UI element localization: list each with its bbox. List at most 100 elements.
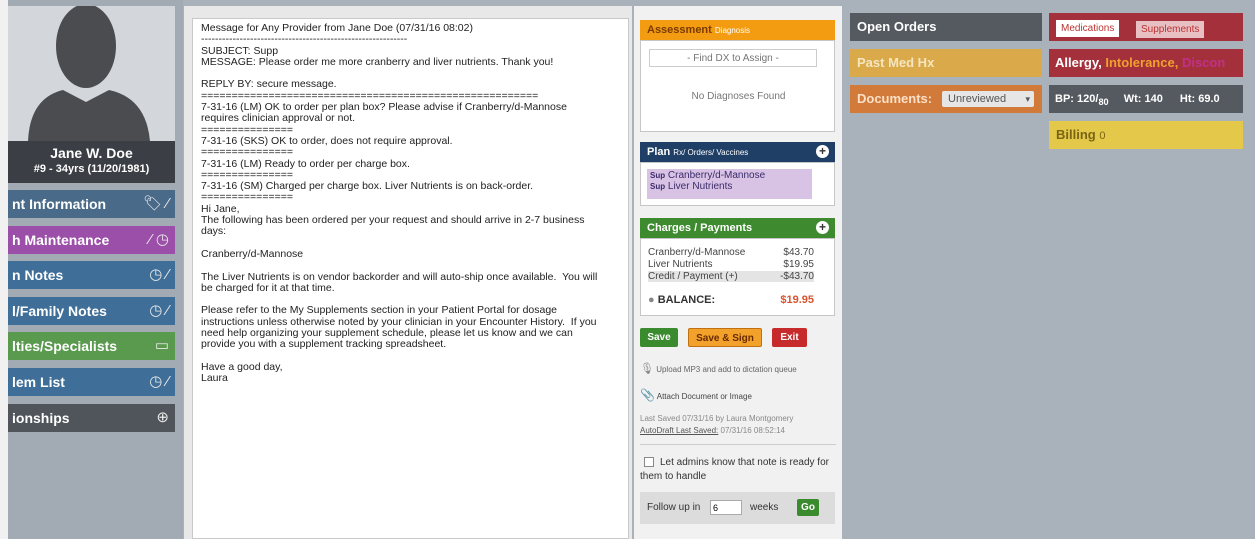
tag-edit-icon[interactable]: 🏷 ⁄: [143, 190, 169, 218]
plan-header: Plan Rx/ Orders/ Vaccines +: [640, 142, 835, 162]
documents-label: Documents:: [857, 91, 933, 106]
vitals-panel[interactable]: BP: 120/80 Wt: 140 Ht: 69.0: [1049, 85, 1243, 113]
plan-item[interactable]: Sup Cranberry/d-Mannose: [650, 170, 809, 181]
documents-filter-value: Unreviewed: [948, 93, 1007, 105]
charges-title: Charges / Payments: [647, 222, 753, 234]
admin-notify-label: Let admins know that note is ready for t…: [640, 457, 829, 482]
charge-amount: $19.95: [783, 259, 814, 270]
upload-mp3-link[interactable]: 🎙 Upload MP3 and add to dictation queue: [640, 362, 840, 375]
avatar-silhouette-icon: [8, 6, 175, 141]
patient-photo: [8, 6, 175, 141]
charge-label: Credit / Payment (+): [648, 271, 738, 282]
follow-up-row: Follow up in weeks Go: [640, 492, 835, 524]
attach-document-text: Attach Document or Image: [656, 392, 752, 401]
balance-label: BALANCE:: [657, 294, 716, 306]
charge-row: Liver Nutrients $19.95: [648, 259, 814, 270]
history-edit-icon[interactable]: ◷ ⁄: [149, 261, 169, 289]
plan-body: Sup Cranberry/d-Mannose Sup Liver Nutrie…: [640, 162, 835, 206]
nav-label: lem List: [12, 374, 65, 390]
assessment-title: Assessment: [647, 24, 712, 36]
balance-amount: $19.95: [780, 294, 814, 306]
save-and-sign-button[interactable]: Save & Sign: [688, 328, 762, 347]
medications-panel: Medications Supplements: [1049, 13, 1243, 41]
open-orders-panel[interactable]: Open Orders: [850, 13, 1042, 41]
no-diagnoses-text: No Diagnoses Found: [691, 91, 786, 102]
find-dx-input[interactable]: [649, 49, 817, 67]
balance-row: ● BALANCE: $19.95: [648, 294, 814, 306]
past-med-hx-panel[interactable]: Past Med Hx: [850, 49, 1042, 77]
admin-notify-row: Let admins know that note is ready for t…: [640, 456, 840, 484]
microphone-icon: 🎙: [640, 363, 654, 375]
bp-systolic: 120: [1077, 93, 1096, 105]
follow-up-label: Follow up in: [647, 502, 701, 513]
follow-up-weeks-select[interactable]: [710, 500, 742, 515]
plan-items: Sup Cranberry/d-Mannose Sup Liver Nutrie…: [647, 169, 812, 199]
documents-panel: Documents: Unreviewed ▾: [850, 85, 1042, 113]
plan-title: Plan: [647, 146, 671, 158]
nav-health-maintenance[interactable]: h Maintenance ⁄ ◷: [8, 226, 175, 254]
plan-item-label: Liver Nutrients: [667, 181, 733, 192]
patient-name-card: Jane W. Doe #9 - 34yrs (11/20/1981): [8, 141, 175, 183]
nav-patient-information[interactable]: nt Information 🏷 ⁄: [8, 190, 175, 218]
billing-panel[interactable]: Billing 0: [1049, 121, 1243, 149]
autodraft-row: AutoDraft Last Saved: 07/31/16 08:52:14: [640, 426, 840, 435]
edit-history-icon[interactable]: ⁄ ◷: [149, 226, 169, 254]
window-icon[interactable]: ▭: [155, 332, 169, 360]
assessment-header: Assessment Diagnosis: [640, 20, 835, 40]
nav-problem-list[interactable]: lem List ◷ ⁄: [8, 368, 175, 396]
follow-up-go-button[interactable]: Go: [797, 499, 819, 516]
admin-notify-checkbox[interactable]: [644, 457, 654, 467]
charge-label: Cranberry/d-Mannose: [648, 247, 746, 258]
tab-supplements[interactable]: Supplements: [1136, 21, 1205, 38]
nav-label: n Notes: [12, 267, 64, 283]
info-icon: ●: [648, 294, 655, 306]
history-edit-icon[interactable]: ◷ ⁄: [149, 368, 169, 396]
weight-value: 140: [1144, 93, 1163, 105]
follow-up-unit: weeks: [750, 502, 779, 513]
plan-item-tag: Sup: [650, 171, 666, 180]
save-button[interactable]: Save: [640, 328, 678, 347]
nav-relationships[interactable]: ionships ⊕: [8, 404, 175, 432]
documents-filter-select[interactable]: Unreviewed ▾: [942, 91, 1034, 107]
paperclip-icon: 📎: [640, 388, 655, 402]
note-textarea[interactable]: Message for Any Provider from Jane Doe (…: [192, 18, 629, 539]
last-saved-text: Last Saved 07/31/16 by Laura Montgomery: [640, 414, 794, 423]
plan-subtitle: Rx/ Orders/ Vaccines: [673, 148, 749, 157]
intolerance-label: Intolerance,: [1105, 55, 1179, 70]
charges-panel: Charges / Payments + Cranberry/d-Mannose…: [640, 218, 835, 316]
charge-row: Cranberry/d-Mannose $43.70: [648, 247, 814, 258]
bp-label: BP:: [1055, 93, 1074, 105]
nav-social-family-notes[interactable]: l/Family Notes ◷ ⁄: [8, 297, 175, 325]
assessment-body: No Diagnoses Found: [640, 40, 835, 132]
add-icon[interactable]: ⊕: [156, 404, 169, 432]
charges-header: Charges / Payments +: [640, 218, 835, 238]
patient-name: Jane W. Doe: [50, 145, 133, 161]
sidebar-edge: [0, 0, 8, 539]
upload-mp3-text: Upload MP3 and add to dictation queue: [656, 365, 797, 374]
divider: [640, 444, 836, 445]
plan-panel: Plan Rx/ Orders/ Vaccines + Sup Cranberr…: [640, 142, 835, 206]
plan-item[interactable]: Sup Liver Nutrients: [650, 181, 809, 192]
nav-notes[interactable]: n Notes ◷ ⁄: [8, 261, 175, 289]
billing-label: Billing: [1056, 127, 1096, 142]
plan-item-label: Cranberry/d-Mannose: [667, 170, 766, 181]
autodraft-link[interactable]: AutoDraft Last Saved:: [640, 426, 718, 435]
charge-row: Credit / Payment (+) -$43.70: [648, 271, 814, 282]
autodraft-time: 07/31/16 08:52:14: [720, 426, 786, 435]
nav-facilities-specialists[interactable]: lties/Specialists ▭: [8, 332, 175, 360]
patient-age: #9 - 34yrs (11/20/1981): [33, 163, 150, 175]
height-label: Ht:: [1179, 93, 1196, 105]
allergy-panel[interactable]: Allergy, Intolerance, Discon: [1049, 49, 1243, 77]
exit-button[interactable]: Exit: [772, 328, 807, 347]
tab-medications[interactable]: Medications: [1056, 20, 1120, 37]
nav-label: nt Information: [12, 196, 107, 212]
charges-body: Cranberry/d-Mannose $43.70 Liver Nutrient…: [640, 238, 835, 316]
add-plan-icon[interactable]: +: [816, 145, 829, 158]
attach-document-link[interactable]: 📎 Attach Document or Image: [640, 388, 840, 402]
history-edit-icon[interactable]: ◷ ⁄: [149, 297, 169, 325]
height-value: 69.0: [1198, 93, 1220, 105]
add-charge-icon[interactable]: +: [816, 221, 829, 234]
assessment-panel: Assessment Diagnosis No Diagnoses Found: [640, 20, 835, 132]
assessment-subtitle: Diagnosis: [714, 26, 751, 35]
nav-label: h Maintenance: [12, 232, 110, 248]
